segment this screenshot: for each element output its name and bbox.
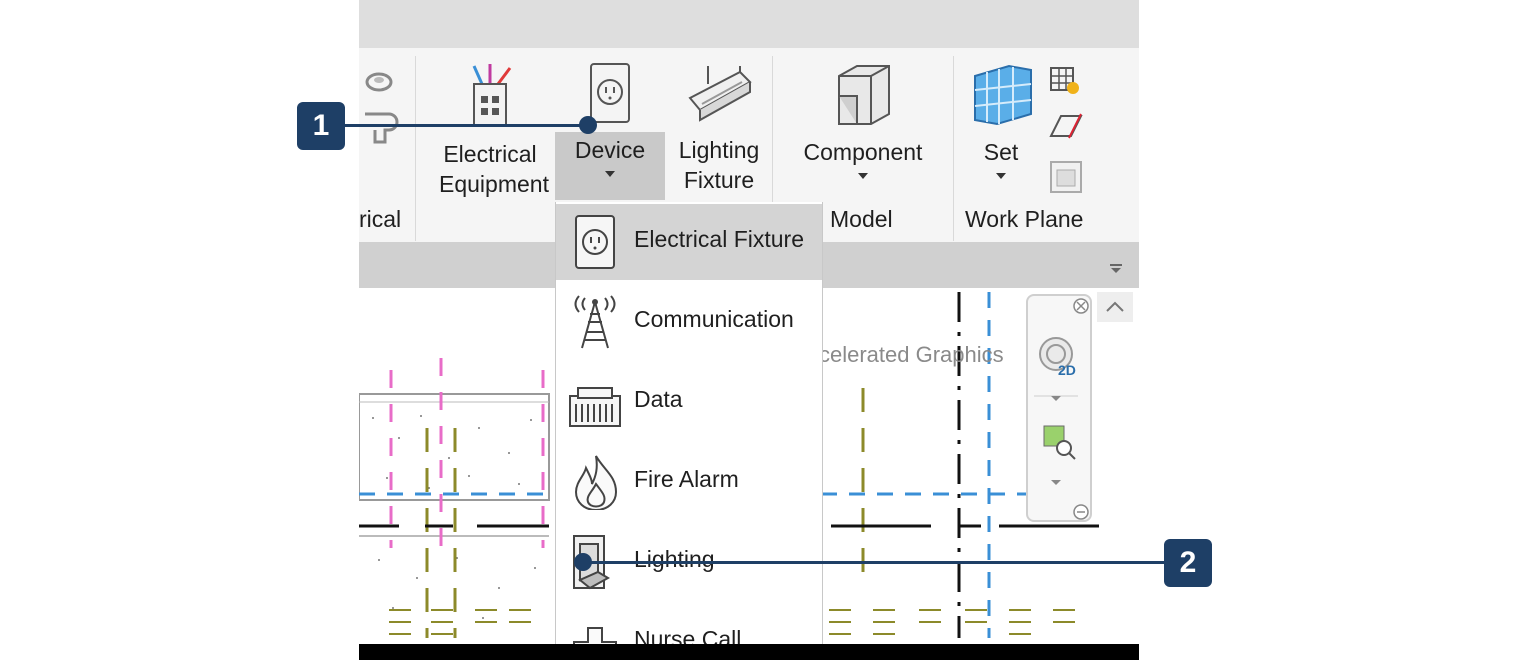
navigation-bar[interactable]: 2D [1026,294,1092,522]
menu-item-fire-alarm[interactable]: Fire Alarm [556,444,822,520]
electrical-equipment-icon [472,64,512,127]
menu-item-communication[interactable]: Communication [556,284,822,360]
title-bar [359,0,1139,48]
callout-line-2 [583,561,1164,564]
panel-label-model: Model [830,206,893,232]
status-bar [359,644,1139,660]
device-label: Device [574,137,646,163]
work-plane-small-tools[interactable] [1047,66,1087,198]
device-button[interactable]: Device [555,62,665,177]
electrical-fixture-icon [575,215,615,269]
viewer-icon [1050,161,1082,193]
chevron-down-icon [858,173,868,179]
lighting-fixture-button[interactable]: Lighting Fixture [669,62,769,195]
show-work-plane-icon [1050,67,1079,94]
set-label: Set [983,139,1019,165]
menu-item-label: Fire Alarm [634,466,739,492]
electrical-equipment-label-2: Equipment [439,171,549,197]
panel-separator [415,56,416,241]
menu-collapse-icon[interactable] [1109,264,1123,274]
device-dropdown-menu: Electrical Fixture Communication Data Fi… [555,202,823,660]
scroll-up-arrow-icon[interactable] [1097,292,1133,322]
chevron-down-icon [605,171,615,177]
callout-dot-1 [579,116,597,134]
fire-alarm-icon [574,455,618,510]
navigation-bar-icons [1034,298,1089,520]
menu-item-electrical-fixture[interactable]: Electrical Fixture [556,204,822,280]
data-jack-icon [569,387,621,427]
panel-separator [953,56,954,241]
ref-plane-icon [1049,113,1083,139]
panel-label-work-plane: Work Plane [965,206,1084,232]
component-button[interactable]: Component [795,62,931,179]
menu-item-label: Lighting [634,546,715,572]
hardware-acceleration-watermark: celerated Graphics [819,342,1004,367]
menu-item-label: Electrical Fixture [634,226,804,252]
callout-line-1 [345,124,588,127]
communication-tower-icon [574,295,616,349]
menu-item-data[interactable]: Data [556,364,822,440]
steering-wheel-2d-badge: 2D [1058,362,1076,378]
component-label: Component [803,139,923,165]
callout-badge-2: 2 [1164,539,1212,587]
lighting-fixture-label-2: Fixture [683,167,755,193]
component-icon [838,65,890,125]
lighting-fixture-label-1: Lighting [678,137,760,163]
set-work-plane-button[interactable]: Set [967,62,1035,179]
outlet-icon [590,63,630,123]
electrical-equipment-label-1: Electrical [443,141,537,167]
lighting-fixture-icon [688,66,752,122]
callout-dot-2 [574,553,592,571]
panel-label-electrical: rical [359,206,402,232]
menu-item-label: Communication [634,306,794,332]
callout-badge-1: 1 [297,102,345,150]
electrical-equipment-button[interactable]: Electrical Equipment [439,62,549,199]
menu-item-label: Data [634,386,683,412]
chevron-down-icon [996,173,1006,179]
conduit-icons[interactable] [359,62,409,152]
work-plane-grid-icon [974,64,1032,126]
